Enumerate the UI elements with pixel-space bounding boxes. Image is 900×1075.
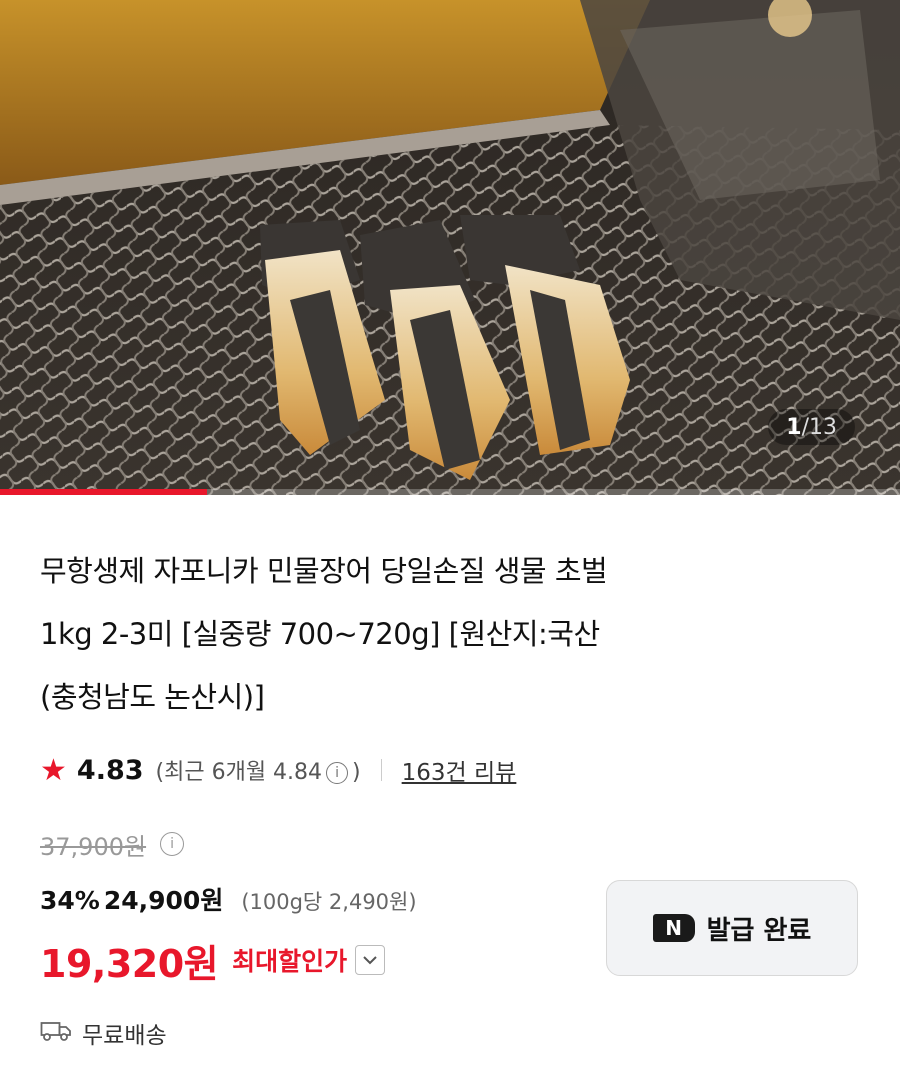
divider [380,759,382,781]
original-price: 37,900원 [40,832,147,861]
price-info-icon[interactable]: i [160,832,185,856]
gallery-current: 1 [786,414,802,440]
info-icon[interactable]: i [326,762,349,784]
rating-score: 4.83 [76,754,144,786]
original-price-row: 37,900원 i [40,824,188,864]
grilled-eel-photo [0,0,900,495]
chevron-down-icon[interactable] [355,945,386,975]
gallery-counter: 1 / 13 [768,409,855,445]
coupon-issued-button[interactable]: N 발급 완료 [606,880,858,976]
sale-price-row: 34% 24,900원 (100g당 2,490원) [40,881,417,921]
gallery-total: 13 [809,414,837,440]
truck-icon [40,1020,72,1046]
star-icon: ★ [40,752,67,788]
product-title: 무항생제 자포니카 민물장어 당일손질 생물 초벌 1kg 2-3미 [실중량 … [40,540,870,729]
final-price: 19,320원 [40,941,219,986]
gallery-progress-fill [0,489,207,495]
rating-row: ★ 4.83 (최근 6개월 4.84 i) 163건 리뷰 [40,748,516,792]
final-price-label: 최대할인가 [232,947,348,976]
product-title-line: 1kg 2-3미 [실중량 700~720g] [원산지:국산 [40,617,600,651]
recent-rating-text: (최근 6개월 4.84 [155,760,323,785]
shipping-label: 무료배송 [82,1023,167,1049]
coupon-label: 발급 완료 [706,915,812,946]
sale-price: 24,900원 [103,886,224,915]
product-title-line: (충청남도 논산시)] [40,680,265,714]
product-image[interactable]: 1 / 13 [0,0,900,495]
product-title-line: 무항생제 자포니카 민물장어 당일손질 생물 초벌 [40,554,608,588]
gallery-progress-bar [0,489,900,495]
shipping-row: 무료배송 [40,1013,167,1053]
unit-price: (100g당 2,490원) [241,890,417,914]
gallery-separator: / [801,414,809,440]
recent-rating: (최근 6개월 4.84 i) [156,754,361,786]
recent-rating-close: ) [352,760,361,785]
review-count-link[interactable]: 163건 리뷰 [402,753,517,787]
naver-n-icon: N [652,914,695,942]
discount-percent: 34% [40,886,100,915]
final-price-row: 19,320원 최대할인가 [40,932,386,988]
